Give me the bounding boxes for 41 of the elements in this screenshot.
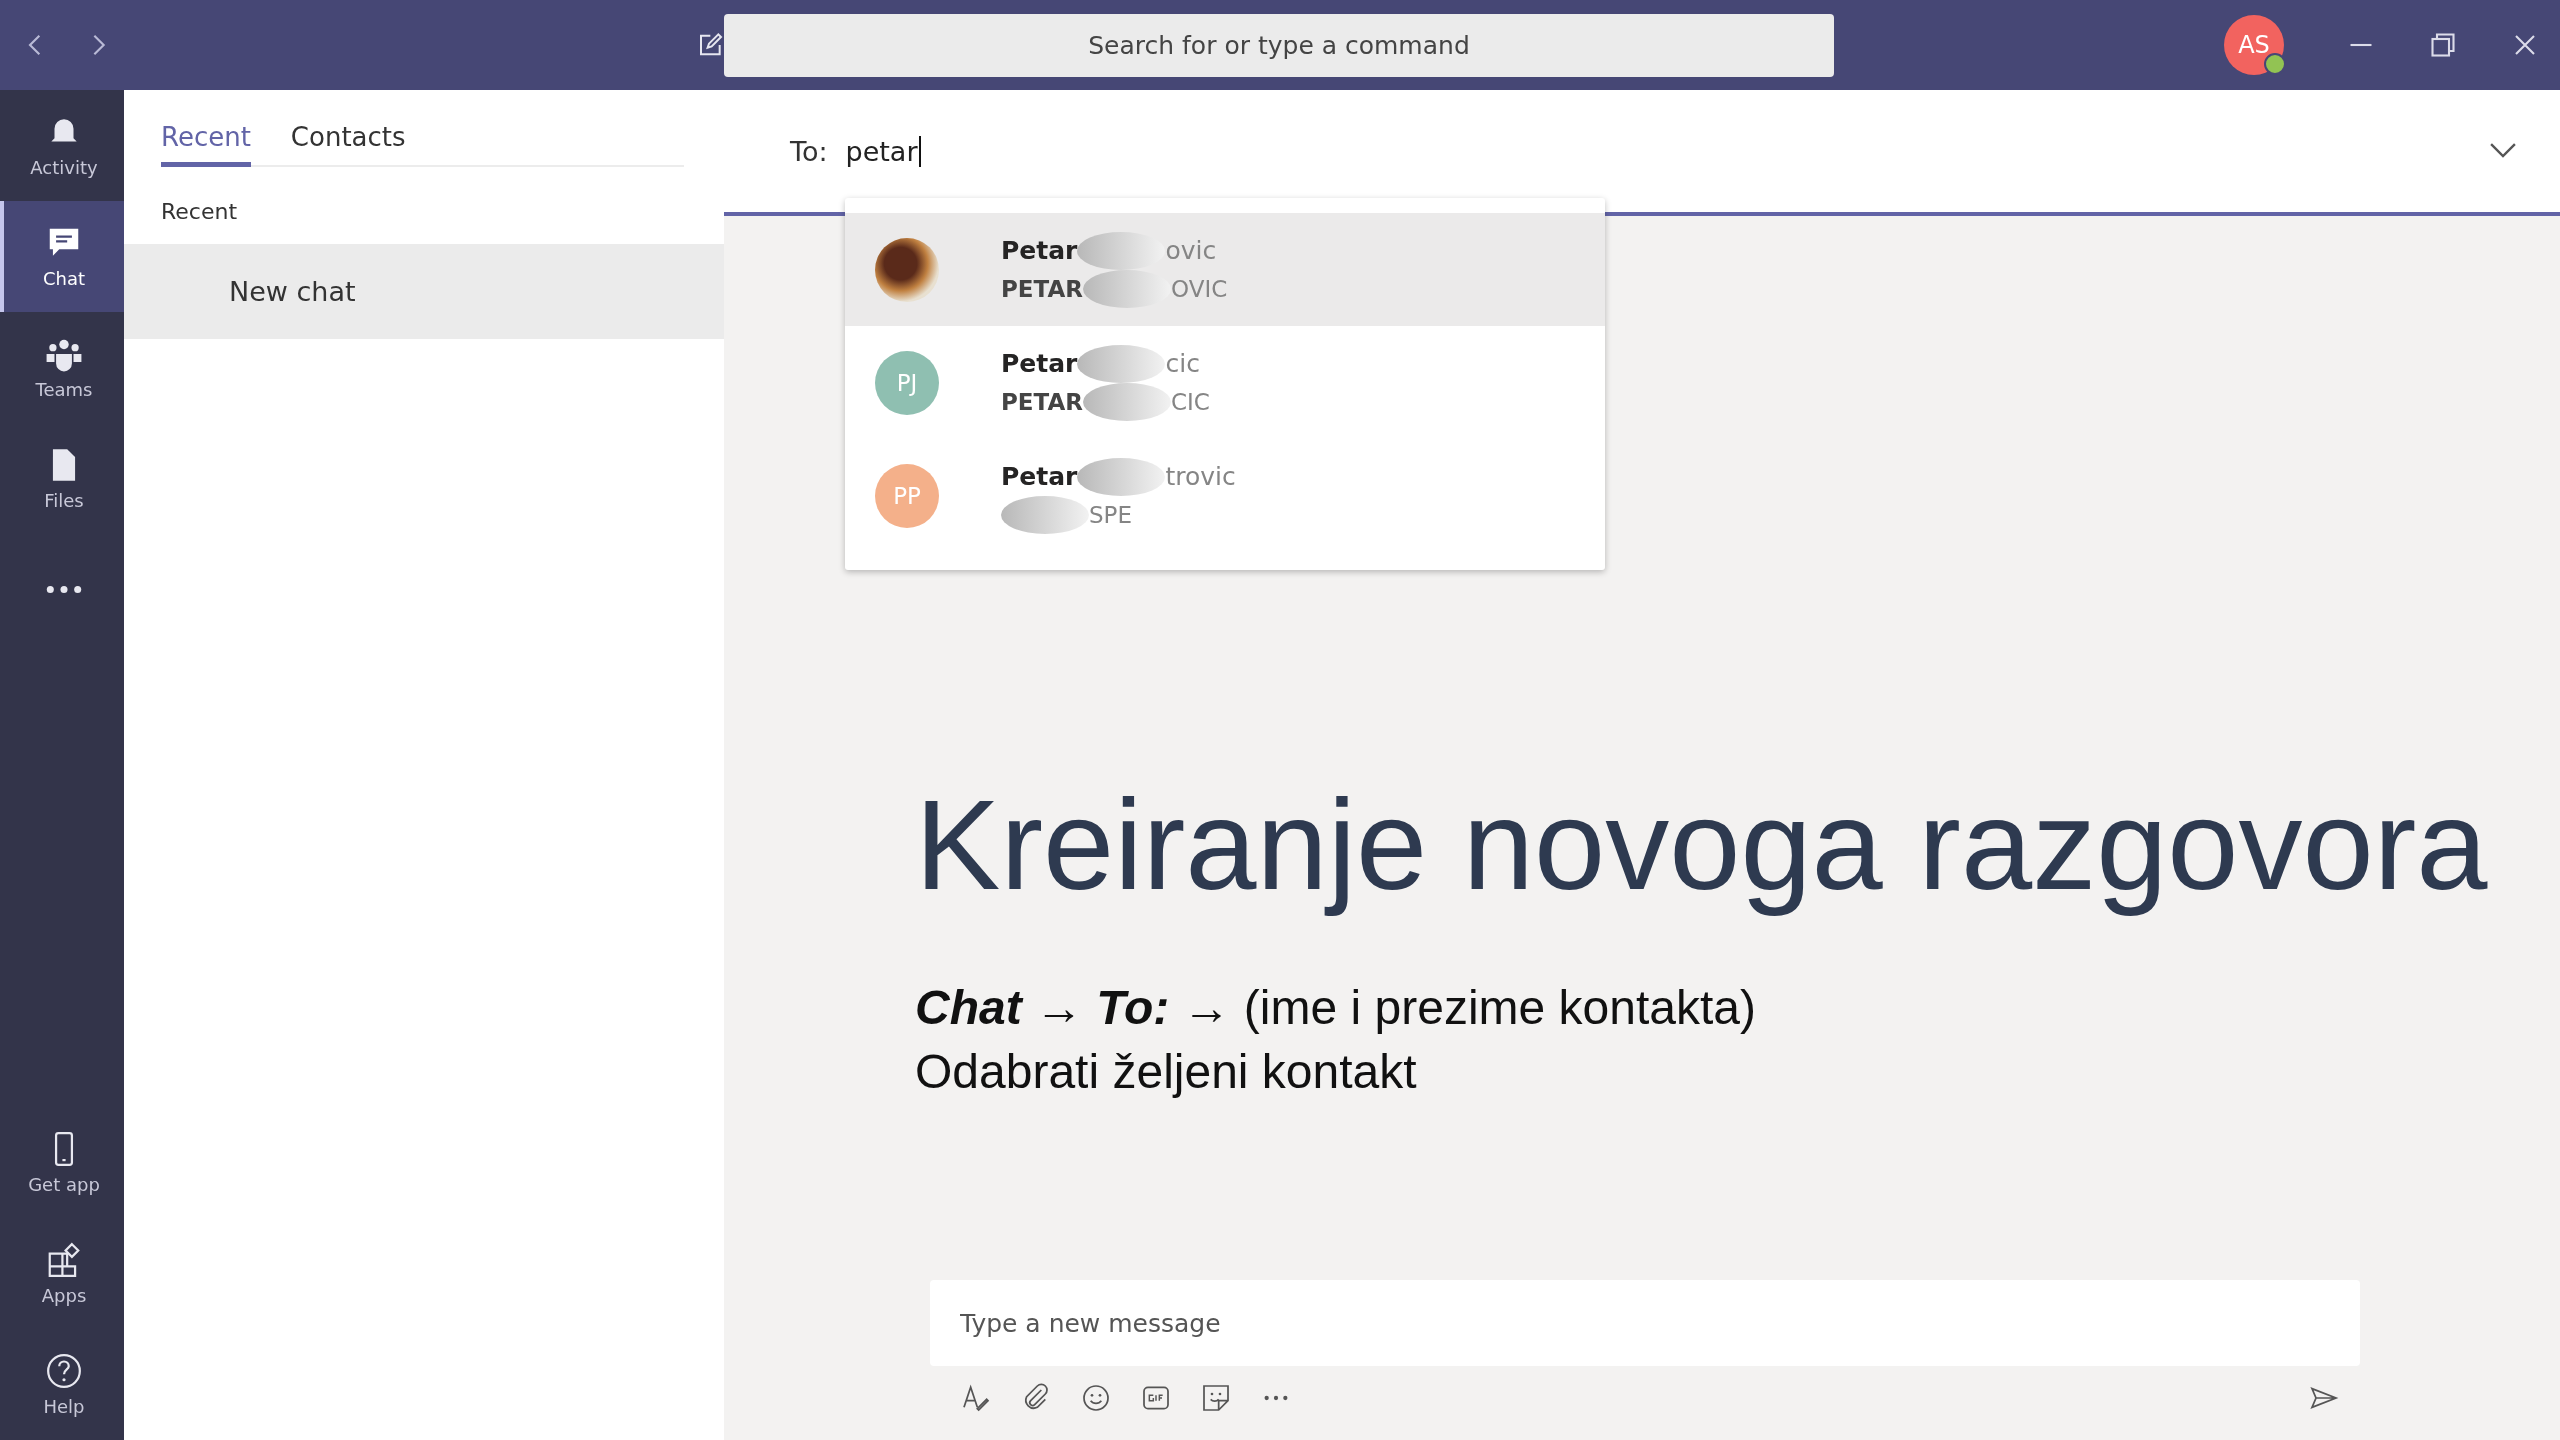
section-heading: Recent bbox=[160, 198, 239, 226]
name-fragment: ovic bbox=[1165, 236, 1217, 265]
name-fragment: trovic bbox=[1165, 462, 1236, 491]
suggestion-row[interactable]: PP Petar trovic SPE bbox=[845, 439, 1605, 552]
contact-detail: PETAR bbox=[1001, 275, 1083, 302]
slide-title: Kreiranje novoga razgovora bbox=[915, 772, 2489, 918]
recipient-input[interactable]: petar bbox=[845, 135, 921, 167]
contact-avatar: PJ bbox=[875, 350, 939, 415]
message-input[interactable]: Type a new message bbox=[930, 1280, 2360, 1366]
name-fragment: cic bbox=[1165, 349, 1200, 378]
slide-text: Odabrati željeni kontakt bbox=[915, 1044, 1418, 1101]
chat-list-item[interactable]: New chat bbox=[124, 244, 724, 339]
suggestion-row[interactable]: Petar ovic PETAR OVIC bbox=[845, 213, 1605, 326]
contact-detail: PETAR bbox=[1001, 388, 1083, 415]
tab[interactable]: Recent bbox=[161, 118, 251, 167]
rail-item[interactable]: Activity bbox=[0, 90, 124, 201]
rail-item[interactable]: Apps bbox=[0, 1218, 124, 1329]
rail-item[interactable]: Chat bbox=[0, 201, 124, 312]
contact-name: Petar bbox=[1001, 236, 1078, 265]
rail-item[interactable]: Teams bbox=[0, 312, 124, 423]
contact-name: Petar bbox=[1001, 462, 1078, 491]
more-icon bbox=[46, 585, 82, 594]
rail-item[interactable]: Files bbox=[0, 423, 124, 534]
rail-item[interactable]: Help bbox=[0, 1329, 124, 1440]
name-fragment: SPE bbox=[1089, 501, 1132, 528]
restore-icon[interactable] bbox=[2428, 30, 2458, 60]
contact-name: Petar bbox=[1001, 349, 1078, 378]
contact-avatar: PP bbox=[875, 463, 939, 528]
tab[interactable]: Contacts bbox=[290, 118, 406, 167]
name-fragment: CIC bbox=[1171, 388, 1210, 415]
search-field[interactable]: Search for or type a command bbox=[724, 13, 1834, 77]
emoji-icon[interactable] bbox=[1080, 1382, 1112, 1414]
slide-text: Chat → To: → (ime i prezime kontakta) bbox=[915, 980, 1757, 1037]
format-icon[interactable] bbox=[960, 1382, 992, 1414]
help-icon bbox=[45, 1352, 83, 1390]
sticker-icon[interactable] bbox=[1200, 1382, 1232, 1414]
name-fragment: OVIC bbox=[1171, 275, 1228, 302]
suggestion-row[interactable]: PJ Petar cic PETAR CIC bbox=[845, 326, 1605, 439]
status-dot bbox=[2264, 53, 2286, 75]
to-label: To: bbox=[790, 135, 828, 167]
rail-item[interactable]: Get app bbox=[0, 1107, 124, 1218]
